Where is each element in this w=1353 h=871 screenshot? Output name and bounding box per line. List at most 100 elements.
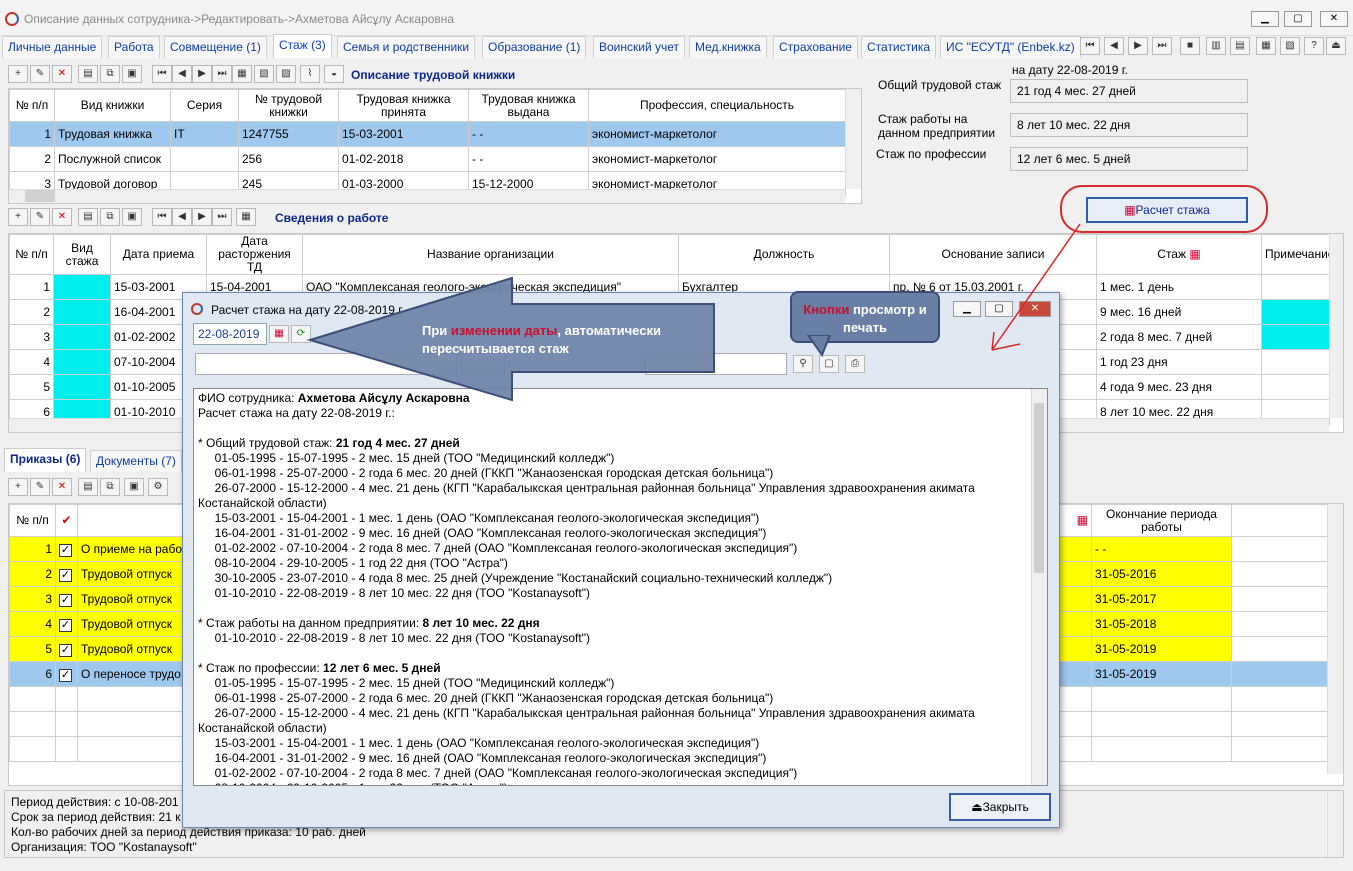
edit-icon[interactable]: ✎ [30, 208, 50, 226]
paste-icon[interactable]: ▣ [122, 65, 142, 83]
col-issued[interactable]: Трудовая книжка выдана [468, 89, 589, 122]
last-record-icon[interactable]: ⏭ [1152, 37, 1172, 55]
nav-last-icon[interactable]: ⏭ [212, 65, 232, 83]
dialog-minimize-button[interactable]: ▁ [953, 301, 981, 317]
checkbox[interactable]: ✓ [59, 668, 72, 682]
minimize-button[interactable]: ▁ [1251, 11, 1279, 27]
nav-next-icon[interactable]: ▶ [192, 208, 212, 226]
col-position[interactable]: Должность [678, 234, 890, 275]
add-icon[interactable]: + [8, 208, 28, 226]
col-experience[interactable]: Стаж ▦ [1096, 234, 1262, 275]
preview-icon[interactable]: ▢ [819, 355, 839, 373]
tab-personal[interactable]: Личные данные [2, 36, 103, 58]
attach-icon[interactable]: ⌇ [300, 65, 320, 83]
checkbox[interactable]: ✓ [59, 568, 72, 582]
tab-education[interactable]: Образование (1) [482, 36, 587, 58]
copy-icon[interactable]: ⧉ [100, 65, 120, 83]
tab-orders[interactable]: Приказы (6) [4, 448, 87, 472]
copy-icon[interactable]: ⧉ [100, 478, 120, 496]
nav-next-icon[interactable]: ▶ [192, 65, 212, 83]
delete-icon[interactable]: ✕ [52, 478, 72, 496]
table-row[interactable]: 2 Послужной список 256 01-02-2018- - экономи… [9, 146, 846, 172]
date-input[interactable]: 22-08-2019 [193, 323, 267, 345]
info-vscroll[interactable] [1327, 791, 1343, 857]
col-check[interactable]: ✔ [55, 504, 78, 537]
checkbox[interactable]: ✓ [59, 643, 72, 657]
calc-experience-button[interactable]: ▦Расчет стажа [1086, 197, 1248, 223]
col-series[interactable]: Серия [170, 89, 239, 122]
print-icon[interactable]: ⎙ [845, 355, 865, 373]
checkbox[interactable]: ✓ [59, 618, 72, 632]
col-num[interactable]: № п/п [9, 234, 54, 275]
work-vscroll[interactable] [1329, 234, 1343, 418]
col-num[interactable]: № п/п [9, 504, 56, 537]
col-book-type[interactable]: Вид книжки [54, 89, 171, 122]
tab-esutd[interactable]: ИС "ЕСУТД" (Enbek.kz) [940, 36, 1081, 58]
view-icon[interactable]: ▤ [78, 65, 98, 83]
first-record-icon[interactable]: ⏮ [1080, 37, 1100, 55]
paste-icon[interactable]: ▣ [122, 208, 142, 226]
checkbox[interactable]: ✓ [59, 593, 72, 607]
maximize-button[interactable]: ▢ [1284, 11, 1312, 27]
orders-vscroll[interactable] [1327, 504, 1343, 774]
col-num[interactable]: № п/п [9, 89, 55, 122]
report-vscroll[interactable] [1031, 389, 1047, 785]
next-record-icon[interactable]: ▶ [1128, 37, 1148, 55]
tab-family[interactable]: Семья и родственники [337, 36, 476, 58]
tab-insurance[interactable]: Страхование [773, 36, 858, 58]
table-row[interactable]: 1 Трудовая книжка IT 1247755 15-03-2001- - эк… [9, 121, 846, 147]
col-book-number[interactable]: № трудовой книжки [238, 89, 339, 122]
nav-first-icon[interactable]: ⏮ [152, 208, 172, 226]
tab-medbook[interactable]: Мед.книжка [689, 36, 767, 58]
col-termination[interactable]: Дата расторжения ТД [206, 234, 303, 275]
calendar-picker-icon[interactable]: ▦ [269, 325, 289, 343]
nav-prev-icon[interactable]: ◀ [172, 65, 192, 83]
books-vscroll[interactable] [845, 89, 861, 189]
col-profession[interactable]: Профессия, специальность [588, 89, 846, 122]
import-icon[interactable]: ▨ [276, 65, 296, 83]
col-org[interactable]: Название организации [302, 234, 679, 275]
help-icon[interactable]: ? [1304, 37, 1324, 55]
archive-icon[interactable]: ▦ [1256, 37, 1276, 55]
edit-icon[interactable]: ✎ [30, 478, 50, 496]
view-icon[interactable]: ▤ [78, 208, 98, 226]
close-button[interactable]: ⏏Закрыть [949, 793, 1051, 821]
tab-statistics[interactable]: Статистика [861, 36, 937, 58]
col-accepted[interactable]: Трудовая книжка принята [338, 89, 469, 122]
prev-record-icon[interactable]: ◀ [1104, 37, 1124, 55]
exit-icon[interactable]: ⏏ [1326, 37, 1346, 55]
barcode-icon[interactable]: ▥ [1206, 37, 1226, 55]
tab-military[interactable]: Воинский учет [593, 36, 686, 58]
paste-icon[interactable]: ▣ [124, 478, 144, 496]
col-note[interactable]: Примечание [1261, 234, 1330, 275]
view-icon[interactable]: ▤ [78, 478, 98, 496]
tab-combination[interactable]: Совмещение (1) [164, 36, 267, 58]
col-exp-type[interactable]: Вид стажа [53, 234, 111, 275]
close-window-button[interactable]: ✕ [1320, 11, 1348, 27]
tab-documents[interactable]: Документы (7) [90, 450, 182, 472]
add-icon[interactable]: + [8, 478, 28, 496]
nav-last-icon[interactable]: ⏭ [212, 208, 232, 226]
settings-icon[interactable]: ⚙ [148, 478, 168, 496]
excel-icon[interactable]: ▦ [232, 65, 252, 83]
scan-icon[interactable]: ◒ [324, 65, 344, 83]
excel-icon[interactable]: ▦ [236, 208, 256, 226]
save-icon[interactable]: ■ [1180, 37, 1200, 55]
add-icon[interactable]: + [8, 65, 28, 83]
col-period-end[interactable]: Окончание периода работы [1091, 504, 1232, 537]
nav-prev-icon[interactable]: ◀ [172, 208, 192, 226]
nav-first-icon[interactable]: ⏮ [152, 65, 172, 83]
report-icon[interactable]: ▤ [1230, 37, 1250, 55]
document-icon[interactable]: ▧ [1280, 37, 1300, 55]
books-hscroll[interactable] [9, 189, 845, 203]
delete-icon[interactable]: ✕ [52, 65, 72, 83]
tab-experience[interactable]: Стаж (3) [273, 34, 332, 58]
find-icon[interactable]: ⚲ [793, 355, 813, 373]
tab-work[interactable]: Работа [108, 36, 160, 58]
col-hire-date[interactable]: Дата приема [110, 234, 207, 275]
export-icon[interactable]: ▧ [254, 65, 274, 83]
copy-icon[interactable]: ⧉ [100, 208, 120, 226]
delete-icon[interactable]: ✕ [52, 208, 72, 226]
edit-icon[interactable]: ✎ [30, 65, 50, 83]
checkbox[interactable]: ✓ [59, 543, 72, 557]
